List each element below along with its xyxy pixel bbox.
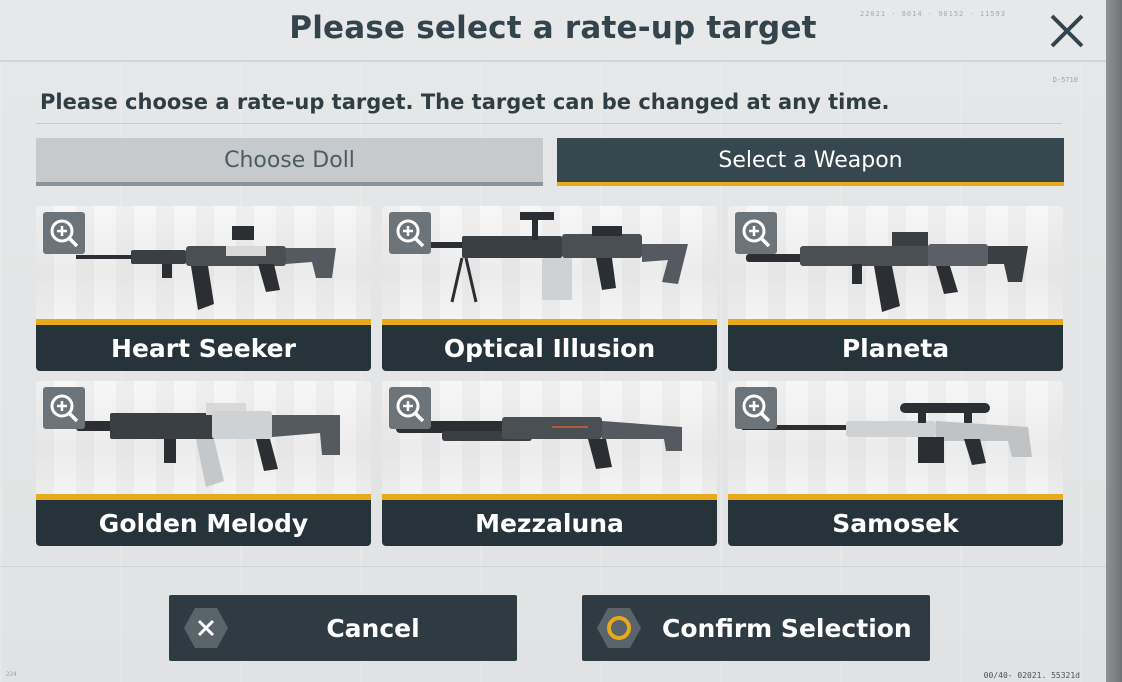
confirm-icon <box>596 606 642 650</box>
zoom-in-icon <box>50 394 79 423</box>
sniper-rifle-icon <box>742 403 1032 465</box>
assault-rifle-icon <box>76 403 340 487</box>
dialog-header: Please select a rate-up target 22021 · 8… <box>0 0 1106 62</box>
zoom-in-icon <box>50 219 79 248</box>
zoom-button[interactable] <box>735 387 777 429</box>
weapon-card-mezzaluna[interactable]: Mezzaluna <box>382 381 717 546</box>
zoom-button[interactable] <box>389 212 431 254</box>
weapon-card-planeta[interactable]: Planeta <box>728 206 1063 371</box>
confirm-label: Confirm Selection <box>662 613 912 643</box>
zoom-button[interactable] <box>43 212 85 254</box>
cancel-button[interactable]: Cancel <box>169 595 517 661</box>
weapon-image <box>36 381 371 494</box>
weapon-image <box>382 381 717 494</box>
zoom-in-icon <box>396 219 425 248</box>
weapon-name: Mezzaluna <box>382 500 717 546</box>
cancel-label: Cancel <box>326 613 420 643</box>
side-code: D-5710 <box>1052 76 1078 84</box>
zoom-in-icon <box>396 394 425 423</box>
zoom-button[interactable] <box>735 212 777 254</box>
weapon-image <box>728 206 1063 319</box>
zoom-in-icon <box>742 219 771 248</box>
assault-rifle-icon <box>76 226 336 310</box>
machine-gun-icon <box>398 212 688 303</box>
tab-choose-doll[interactable]: Choose Doll <box>36 138 543 186</box>
divider <box>36 123 1062 124</box>
weapon-image <box>728 381 1063 494</box>
weapon-card-optical-illusion[interactable]: Optical Illusion <box>382 206 717 371</box>
weapon-card-samosek[interactable]: Samosek <box>728 381 1063 546</box>
weapon-image <box>382 206 717 319</box>
weapon-image <box>36 206 371 319</box>
header-code: 22021 · 8014 · 90152 · 11593 <box>859 10 1006 18</box>
close-button[interactable] <box>1046 10 1088 52</box>
weapon-name: Heart Seeker <box>36 325 371 371</box>
weapon-card-heart-seeker[interactable]: Heart Seeker <box>36 206 371 371</box>
dialog-subtitle: Please choose a rate-up target. The targ… <box>40 90 890 114</box>
corner-number: 224 <box>6 671 17 678</box>
weapon-name: Optical Illusion <box>382 325 717 371</box>
zoom-button[interactable] <box>43 387 85 429</box>
weapon-name: Samosek <box>728 500 1063 546</box>
zoom-in-icon <box>742 394 771 423</box>
corner-code: 00/40- 02021. 55321d <box>983 671 1080 680</box>
close-icon <box>1050 14 1084 48</box>
backdrop <box>1106 0 1122 682</box>
rate-up-dialog: Please select a rate-up target 22021 · 8… <box>0 0 1106 682</box>
weapon-name: Golden Melody <box>36 500 371 546</box>
tab-select-weapon[interactable]: Select a Weapon <box>557 138 1064 186</box>
weapon-card-golden-melody[interactable]: Golden Melody <box>36 381 371 546</box>
assault-rifle-icon <box>746 232 1028 312</box>
confirm-selection-button[interactable]: Confirm Selection <box>582 595 930 661</box>
shotgun-icon <box>396 417 682 469</box>
cancel-icon <box>183 606 229 650</box>
divider <box>0 566 1106 567</box>
weapon-name: Planeta <box>728 325 1063 371</box>
zoom-button[interactable] <box>389 387 431 429</box>
